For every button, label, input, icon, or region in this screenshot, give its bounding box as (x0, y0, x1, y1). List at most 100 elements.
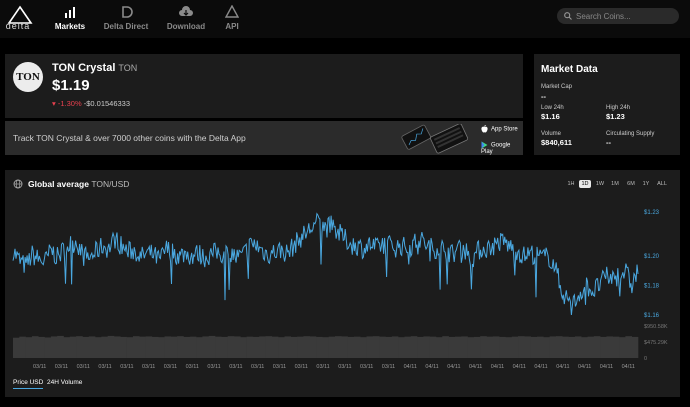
api-icon (225, 5, 239, 18)
volume-tick-label: 0 (644, 356, 647, 362)
volume-bar (101, 336, 108, 358)
volume-bar (398, 337, 405, 358)
volume-bar (486, 336, 494, 358)
volume-bar (271, 336, 279, 358)
volume-bar (549, 336, 557, 358)
volume-bar (19, 336, 26, 358)
coin-name: TON Crystal (52, 62, 116, 74)
google-play-icon (481, 141, 488, 149)
tab-price-usd[interactable]: Price USD (13, 379, 44, 389)
volume-bar (120, 336, 127, 358)
volume-bar (50, 336, 58, 358)
volume-bar (473, 336, 481, 358)
volume-bar (379, 336, 386, 358)
volume-bar (562, 336, 569, 358)
x-tick-label: 04/11 (578, 364, 591, 370)
top-navigation-bar: delta Markets Delta Direct Download API … (0, 0, 690, 38)
x-tick-label: 04/11 (534, 364, 547, 370)
price-axis: $1.23 $1.20 $1.18 $1.16 (644, 210, 660, 319)
volume-bar (114, 336, 121, 358)
tab-24h-volume[interactable]: 24H Volume (47, 379, 82, 386)
nav-label-delta-direct: Delta Direct (103, 22, 149, 31)
price-chart[interactable]: $1.23 $1.20 $1.18 $1.16 $950.58K $475.29K 0 0… (5, 170, 680, 397)
volume-bar (31, 336, 39, 358)
x-tick-label: 04/11 (469, 364, 482, 370)
x-tick-label: 04/11 (425, 364, 438, 370)
promo-text: Track TON Crystal & over 7000 other coin… (13, 133, 246, 143)
volume-bar (69, 336, 77, 358)
volume-bar (536, 336, 544, 358)
volume-bar (593, 336, 601, 358)
low-24h-label: Low 24h (541, 105, 564, 111)
volume-bar (57, 335, 64, 358)
volume-bar (259, 336, 266, 358)
chart-bars-icon (65, 7, 75, 18)
search-input[interactable]: Search Coins... (557, 8, 679, 24)
volume-value: $840,611 (541, 138, 572, 147)
volume-bar (511, 336, 519, 358)
x-tick-label: 03/11 (164, 364, 177, 370)
volume-bar (145, 336, 153, 358)
down-arrow-icon: ▾ (52, 99, 56, 108)
volume-bar (410, 336, 418, 358)
circulating-supply-label: Circulating Supply (606, 131, 655, 137)
volume-bar (215, 336, 222, 358)
price-tick-label: $1.16 (644, 313, 660, 319)
google-play-button[interactable]: Google Play (481, 141, 523, 155)
app-store-button[interactable]: App Store (481, 124, 518, 133)
volume-bar (334, 336, 342, 358)
x-tick-label: 04/11 (447, 364, 460, 370)
volume-bar (606, 336, 614, 358)
volume-bar (38, 336, 45, 358)
volume-bar (372, 336, 380, 358)
volume-bar (499, 336, 506, 358)
volume-bar (297, 336, 304, 358)
volume-bar (461, 336, 468, 358)
x-tick-label: 03/11 (142, 364, 155, 370)
nav-api[interactable]: API (204, 5, 260, 31)
nav-delta-direct[interactable]: Delta Direct (98, 5, 154, 31)
delta-direct-icon (122, 6, 133, 18)
volume-bar (555, 336, 563, 358)
volume-bar (347, 336, 355, 358)
volume-bar (518, 336, 525, 358)
volume-bar (625, 336, 632, 358)
volume-bar (360, 337, 367, 358)
volume-bar (107, 335, 115, 358)
volume-bar (189, 336, 197, 358)
volume-bar (183, 336, 191, 358)
price-chart-card: Global average TON/USD 1H 1D 1W 1M 6M 1Y… (5, 170, 680, 397)
volume-bar (227, 336, 235, 358)
x-tick-label: 04/11 (513, 364, 526, 370)
volume-bar (467, 337, 475, 358)
price-line (12, 212, 639, 316)
volume-bar (404, 336, 412, 358)
volume-bar (366, 336, 374, 358)
volume-bar (316, 336, 323, 358)
volume-bar (284, 336, 292, 358)
market-cap-label: Market Cap (541, 84, 573, 90)
volume-bar (435, 337, 443, 358)
volume-bar (442, 336, 449, 358)
nav-markets[interactable]: Markets (42, 5, 98, 31)
x-tick-label: 03/11 (316, 364, 329, 370)
x-tick-label: 03/11 (382, 364, 395, 370)
volume-bar (353, 336, 361, 358)
change-absolute: -$0.01546333 (83, 99, 131, 108)
volume-bar (265, 336, 273, 358)
x-tick-label: 04/11 (491, 364, 504, 370)
x-tick-label: 03/11 (77, 364, 90, 370)
market-cap-value: -- (541, 92, 546, 101)
volume-bar (631, 336, 639, 358)
circulating-supply-value: -- (606, 138, 611, 147)
cloud-download-icon (179, 6, 193, 16)
volume-bar (480, 336, 487, 358)
price-change: ▾ -1.30% -$0.01546333 (52, 99, 130, 108)
volume-bar (543, 337, 550, 358)
x-tick-label: 03/11 (295, 364, 308, 370)
x-tick-label: 03/11 (33, 364, 46, 370)
volume-bar (202, 336, 209, 358)
price-tick-label: $1.20 (644, 254, 660, 260)
volume-axis: $950.58K $475.29K 0 (644, 324, 668, 362)
app-promo-banner[interactable]: Track TON Crystal & over 7000 other coin… (5, 121, 523, 155)
